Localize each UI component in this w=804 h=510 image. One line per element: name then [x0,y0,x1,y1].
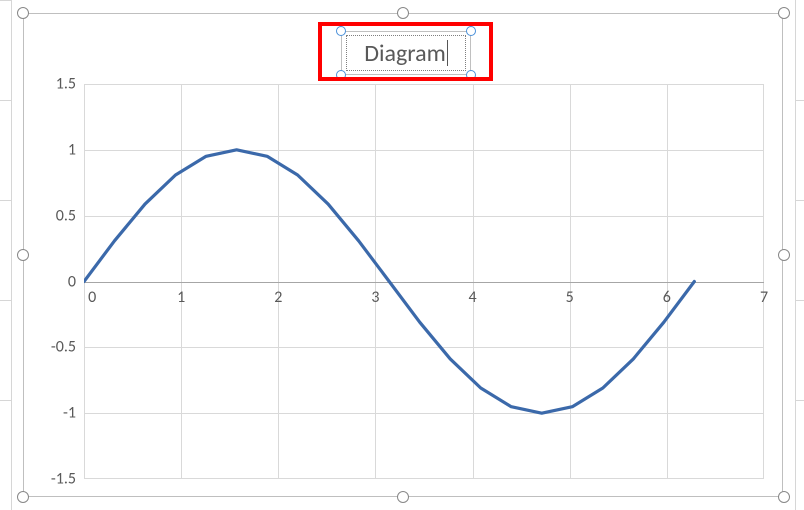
object-handle[interactable] [17,7,29,19]
object-handle[interactable] [17,249,29,261]
object-handle[interactable] [778,491,790,503]
selection-handle[interactable] [336,26,346,36]
chart-series[interactable] [84,84,764,479]
selection-handle[interactable] [336,70,346,80]
y-tick-label: -0.5 [51,338,76,357]
chart-object[interactable]: Diagram 1.5 1 0.5 0 -0.5 -1 -1.5 0 1 [23,13,783,497]
y-tick-label: -1 [63,404,76,423]
object-handle[interactable] [397,491,409,503]
chart-title-container[interactable]: Diagram [341,31,471,75]
text-cursor [447,40,448,66]
object-handle[interactable] [778,249,790,261]
object-handle[interactable] [17,491,29,503]
y-tick-label: 0 [68,272,76,291]
selection-handle[interactable] [466,70,476,80]
selection-handle[interactable] [466,26,476,36]
object-handle[interactable] [397,7,409,19]
y-tick-label: 1.5 [56,75,76,94]
y-tick-label: -1.5 [51,470,76,489]
plot-area[interactable]: 1.5 1 0.5 0 -0.5 -1 -1.5 0 1 2 3 4 5 6 7 [84,84,764,479]
y-tick-label: 1 [68,140,76,159]
y-tick-label: 0.5 [56,206,76,225]
series-line[interactable] [84,150,694,413]
object-handle[interactable] [778,7,790,19]
chart-title-text[interactable]: Diagram [364,39,446,68]
